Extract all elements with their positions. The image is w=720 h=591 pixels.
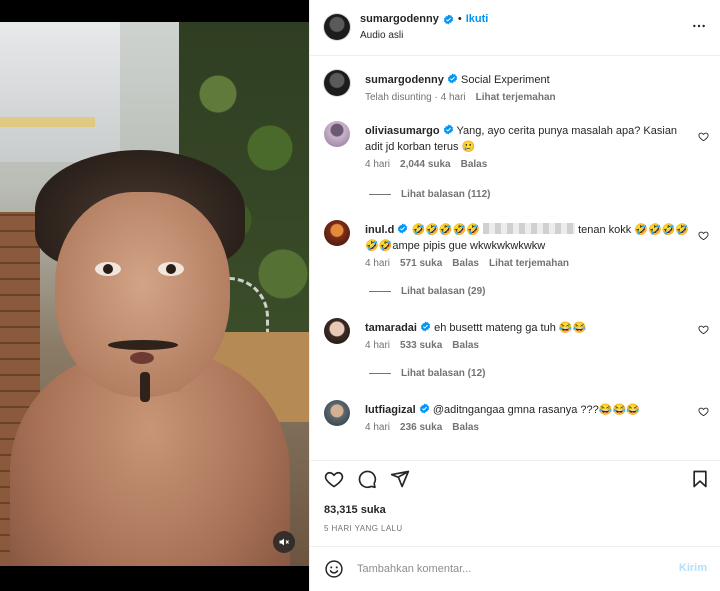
follow-button[interactable]: Ikuti (466, 13, 489, 25)
caption-text: Social Experiment (460, 74, 550, 86)
commenter-username[interactable]: tamaradai (365, 322, 417, 334)
comment-meta: 4 hari 533 suka Balas (365, 340, 479, 351)
video-player[interactable] (0, 0, 309, 591)
commenter-avatar[interactable] (324, 121, 350, 147)
video-background-wall (0, 22, 120, 162)
caption-edited-time: Telah disunting · 4 hari (365, 92, 466, 103)
video-person-mustache (108, 340, 178, 350)
post-details-panel: sumargodenny • Ikuti Audio asli sumargod… (309, 0, 720, 591)
comments-list[interactable]: sumargodenny Social Experiment Telah dis… (310, 56, 720, 460)
post-date: 5 HARI YANG LALU (324, 524, 403, 533)
video-person-eye-left (95, 262, 121, 276)
replies-divider-line (369, 194, 391, 195)
heart-icon[interactable] (324, 469, 344, 489)
replies-divider-line (369, 291, 391, 292)
replies-divider-line (369, 373, 391, 374)
audio-label[interactable]: Audio asli (360, 30, 403, 41)
comment-likes[interactable]: 571 suka (400, 258, 442, 269)
comment-text-row: lutfiagizal @aditngangaa gmna rasanya ??… (365, 402, 690, 418)
more-options-icon[interactable] (691, 18, 707, 34)
comment-bubble-icon[interactable] (357, 469, 377, 489)
commenter-username[interactable]: lutfiagizal (365, 404, 416, 416)
paper-plane-icon[interactable] (390, 469, 410, 489)
video-frame[interactable] (0, 22, 309, 566)
comment-likes[interactable]: 2,044 suka (400, 159, 451, 170)
author-avatar[interactable] (324, 14, 350, 40)
comment-text-row: inul.d 🤣🤣🤣🤣🤣 tenan kokk 🤣🤣🤣🤣🤣🤣ampe pipis… (365, 222, 690, 254)
commenter-avatar[interactable] (324, 400, 350, 426)
video-person-face (55, 192, 230, 397)
verified-badge-icon (447, 73, 458, 84)
video-person-beard (140, 372, 150, 402)
comment-heart-icon[interactable] (698, 230, 709, 241)
commenter-username[interactable]: inul.d (365, 224, 394, 236)
reply-button[interactable]: Balas (461, 159, 488, 170)
verified-badge-icon (420, 321, 431, 332)
post-comment-button[interactable]: Kirim (679, 562, 707, 574)
author-username[interactable]: sumargodenny (360, 13, 439, 25)
comment-time: 4 hari (365, 159, 391, 170)
caption-meta: Telah disunting · 4 hari Lihat terjemaha… (365, 92, 556, 103)
comment-text: @aditngangaa gmna rasanya ???😂😂😂 (432, 404, 640, 416)
post-actions: 83,315 suka 5 HARI YANG LALU (310, 460, 720, 546)
caption-text-row: sumargodenny Social Experiment (365, 72, 690, 88)
caption-username[interactable]: sumargodenny (365, 74, 444, 86)
video-background-shelf (0, 117, 95, 127)
reply-button[interactable]: Balas (452, 340, 479, 351)
verified-badge-icon (443, 124, 453, 135)
view-replies-link[interactable]: Lihat balasan (112) (369, 189, 490, 200)
comment-likes[interactable]: 533 suka (400, 340, 442, 351)
mute-toggle-button[interactable] (273, 531, 295, 553)
comment-heart-icon[interactable] (698, 324, 709, 335)
caption-author-avatar[interactable] (324, 70, 350, 96)
video-person-eye-right (158, 262, 184, 276)
video-person-mouth (130, 352, 154, 364)
comment-time: 4 hari (365, 422, 391, 433)
comment-text: eh busettt mateng ga tuh 😂😂 (434, 322, 587, 334)
post-header: sumargodenny • Ikuti Audio asli (310, 0, 720, 56)
emoji-smile-icon[interactable] (324, 559, 344, 579)
view-replies-label[interactable]: Lihat balasan (12) (401, 368, 485, 379)
bookmark-icon[interactable] (690, 469, 710, 489)
comment-heart-icon[interactable] (698, 131, 709, 142)
commenter-username[interactable]: oliviasumargo (365, 125, 440, 137)
comment-time: 4 hari (365, 340, 391, 351)
redacted-text-block (483, 223, 575, 234)
caption-time: 4 hari (440, 92, 466, 103)
comment-heart-icon[interactable] (698, 406, 709, 417)
comment-meta: 4 hari 236 suka Balas (365, 422, 479, 433)
likes-count[interactable]: 83,315 suka (324, 504, 386, 516)
comment-meta: 4 hari 571 suka Balas Lihat terjemahan (365, 258, 569, 269)
reply-button[interactable]: Balas (452, 422, 479, 433)
add-comment-bar: Kirim (310, 546, 720, 591)
reply-button[interactable]: Balas (452, 258, 479, 269)
comment-time: 4 hari (365, 258, 391, 269)
comment-input[interactable] (357, 559, 657, 579)
verified-badge-icon (419, 403, 429, 414)
commenter-avatar[interactable] (324, 318, 350, 344)
view-replies-label[interactable]: Lihat balasan (29) (401, 286, 485, 297)
verified-badge-icon (443, 13, 453, 25)
commenter-avatar[interactable] (324, 220, 350, 246)
view-replies-link[interactable]: Lihat balasan (29) (369, 286, 485, 297)
verified-badge-icon (398, 223, 408, 234)
comment-likes[interactable]: 236 suka (400, 422, 442, 433)
caption-translate-link[interactable]: Lihat terjemahan (476, 92, 556, 103)
comment-text-row: tamaradai eh busettt mateng ga tuh 😂😂 (365, 320, 690, 336)
comment-text-start: 🤣🤣🤣🤣🤣 (411, 224, 480, 236)
caption-edited-label: Telah disunting (365, 92, 432, 103)
speaker-muted-icon (279, 538, 289, 546)
instagram-post-view: sumargodenny • Ikuti Audio asli sumargod… (0, 0, 720, 591)
comment-text-row: oliviasumargo Yang, ayo cerita punya mas… (365, 123, 690, 155)
header-separator: • (457, 13, 462, 25)
view-replies-link[interactable]: Lihat balasan (12) (369, 368, 485, 379)
comment-meta: 4 hari 2,044 suka Balas (365, 159, 487, 170)
view-replies-label[interactable]: Lihat balasan (112) (401, 189, 490, 200)
comment-translate-link[interactable]: Lihat terjemahan (489, 258, 569, 269)
author-row: sumargodenny • Ikuti (360, 13, 488, 25)
